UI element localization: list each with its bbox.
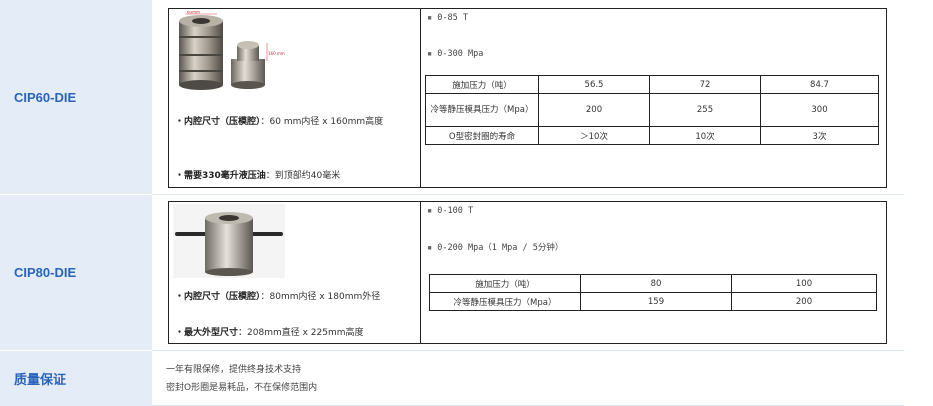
table-row: O型密封圈的寿命 ＞10次 10次 3次 xyxy=(425,126,879,145)
table-header-cell: 冷等静压模具压力（Mpa） xyxy=(425,93,539,127)
table-cell: 80 xyxy=(580,274,732,293)
column-divider xyxy=(420,202,421,343)
table-cell: 200 xyxy=(538,93,650,127)
guarantee-line: 一年有限保修，提供终身技术支持 xyxy=(166,365,302,375)
cip80-pressure-table: 施加压力（吨） 80 100 冷等静压模具压力（Mpa） 159 200 xyxy=(429,274,877,311)
max-outer-size: ・最大外型尺寸：208mm直径 x 225mm高度 xyxy=(175,326,417,340)
cavity-size: ・内腔尺寸（压模腔）：60 mm内径 x 160mm高度 xyxy=(175,115,413,129)
cip60-die-image: 60mm 160 mm xyxy=(179,11,285,90)
table-row: 冷等静压模具压力（Mpa） 200 255 300 xyxy=(425,93,879,127)
model-name: CIP60-DIE xyxy=(14,89,77,105)
table-cell: 300 xyxy=(760,93,879,127)
cavity-size: ・内腔尺寸（压模腔）：80mm内径 x 180mm外径 xyxy=(175,290,417,304)
table-row: 施加压力（吨） 80 100 xyxy=(429,274,877,293)
table-cell: ＞10次 xyxy=(538,126,650,145)
oil-requirement-label: ・需要330毫升液压油 xyxy=(175,171,266,181)
guarantee-label: 质量保证 xyxy=(14,372,67,387)
cavity-size-label: ・内腔尺寸（压模腔） xyxy=(175,292,261,302)
cip60-spec-box: 60mm 160 mm ・内腔尺寸（压模腔）：60 mm内径 x 160mm高度… xyxy=(168,8,887,188)
dimension-label: 160 mm xyxy=(268,51,285,56)
cip60-pressure-table: 施加压力（吨） 56.5 72 84.7 冷等静压模具压力（Mpa） 200 2… xyxy=(425,75,879,145)
row-label-guarantee: 质量保证 xyxy=(0,351,152,406)
table-cell: 72 xyxy=(649,75,761,94)
table-cell: 100 xyxy=(731,274,877,293)
table-row: 施加压力（吨） 56.5 72 84.7 xyxy=(425,75,879,94)
table-cell: 200 xyxy=(731,292,877,311)
table-header-cell: 冷等静压模具压力（Mpa） xyxy=(429,292,581,311)
row-label-cip60: CIP60-DIE xyxy=(0,0,152,194)
table-cell: 3次 xyxy=(760,126,879,145)
table-cell: 84.7 xyxy=(760,75,879,94)
model-name: CIP80-DIE xyxy=(14,265,77,280)
row-content-guarantee xyxy=(152,351,904,406)
spec-tonnage: 0-100 T xyxy=(427,206,473,216)
spec-pressure: 0-300 Mpa xyxy=(427,49,483,59)
guarantee-line: 密封O形圈是易耗品，不在保修范围内 xyxy=(166,383,318,393)
table-cell: 56.5 xyxy=(538,75,650,94)
table-cell: 255 xyxy=(649,93,761,127)
row-label-cip80: CIP80-DIE xyxy=(0,195,152,350)
table-header-cell: 施加压力（吨） xyxy=(429,274,581,293)
table-cell: 159 xyxy=(580,292,732,311)
dimension-label: 60mm xyxy=(187,11,200,15)
table-header-cell: 施加压力（吨） xyxy=(425,75,539,94)
max-outer-size-value: ：208mm直径 x 225mm高度 xyxy=(238,328,364,338)
cip80-die-image xyxy=(173,204,285,278)
spec-pressure: 0-200 Mpa（1 Mpa / 5分钟） xyxy=(427,241,563,253)
cavity-size-value: ：80mm内径 x 180mm外径 xyxy=(260,292,381,302)
column-divider xyxy=(420,9,421,187)
cip80-spec-box: ・内腔尺寸（压模腔）：80mm内径 x 180mm外径 ・最大外型尺寸：208m… xyxy=(168,201,887,344)
oil-requirement-value: ：到顶部约40毫米 xyxy=(265,171,341,181)
cavity-size-value: ：60 mm内径 x 160mm高度 xyxy=(260,117,384,127)
spec-tonnage: 0-85 T xyxy=(427,13,468,23)
table-cell: 10次 xyxy=(649,126,761,145)
max-outer-size-label: ・最大外型尺寸 xyxy=(175,328,239,338)
oil-requirement: ・需要330毫升液压油：到顶部约40毫米 xyxy=(175,169,413,183)
table-header-cell: O型密封圈的寿命 xyxy=(425,126,539,145)
cavity-size-label: ・内腔尺寸（压模腔） xyxy=(175,117,261,127)
table-row: 冷等静压模具压力（Mpa） 159 200 xyxy=(429,292,877,311)
